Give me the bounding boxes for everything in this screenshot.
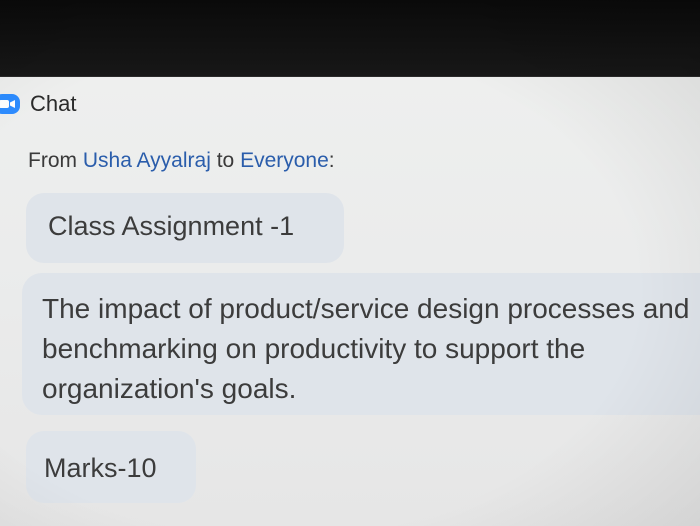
chat-title: Chat: [30, 91, 77, 116]
message-text: The impact of product/service design pro…: [42, 293, 690, 404]
to-label: to: [216, 149, 235, 172]
message-bubble[interactable]: Class Assignment -1: [26, 193, 344, 263]
chat-header: Chat: [0, 89, 76, 119]
message-text: Marks-10: [44, 453, 157, 483]
chat-panel: Chat From Usha Ayyalraj to Everyone: Cla…: [0, 76, 700, 526]
recipient-suffix: :: [328, 149, 335, 172]
message-text: Class Assignment -1: [48, 211, 295, 241]
photo-of-screen: Chat From Usha Ayyalraj to Everyone: Cla…: [0, 0, 700, 526]
from-label: From: [28, 149, 77, 172]
message-bubble[interactable]: The impact of product/service design pro…: [22, 273, 700, 415]
video-camera-icon: [0, 94, 20, 114]
sender-name[interactable]: Usha Ayyalraj: [83, 149, 211, 172]
message-sender-line: From Usha Ayyalraj to Everyone:: [28, 149, 335, 173]
monitor-bezel: [0, 0, 700, 80]
message-bubble[interactable]: Marks-10: [26, 431, 196, 503]
recipient-name[interactable]: Everyone: [240, 149, 329, 172]
